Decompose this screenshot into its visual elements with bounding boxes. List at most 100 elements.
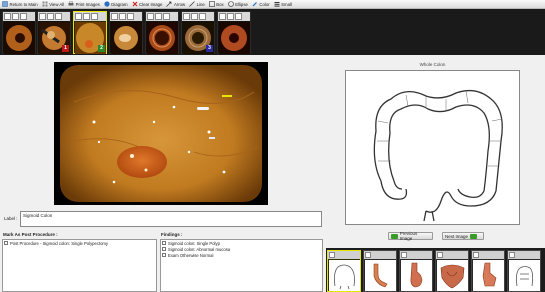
thumbnail-checkbox[interactable] [4,13,11,20]
image-number-badge: 3 [206,45,213,52]
next-image-button[interactable]: Next Image [442,232,484,240]
zoom-icon[interactable] [83,13,90,20]
image-thumbnail-strip: 1 2 3 [0,9,545,55]
line-button[interactable]: Line [189,0,205,8]
zoom-icon[interactable] [12,13,19,20]
zoom-icon[interactable] [47,13,54,20]
small-icon [274,1,280,7]
findings-list: Sigmoid colon: Single Polyp Sigmoid colo… [160,239,323,292]
diagram-thumbnail[interactable] [363,250,397,292]
diagram-icon [104,1,110,7]
delete-icon[interactable] [55,13,62,20]
box-icon [208,1,215,7]
small-button[interactable]: Small [274,0,292,8]
thumbnail-checkbox[interactable] [39,13,46,20]
box-button[interactable]: Box [208,0,224,8]
checkbox[interactable] [4,241,8,245]
zoom-icon[interactable] [155,13,162,20]
diagram-thumbnail[interactable] [471,250,505,292]
ellipse-label: Ellipse [235,1,248,7]
delete-icon[interactable] [163,13,170,20]
previous-image-label: Previous Image [399,231,418,241]
delete-icon[interactable] [127,13,134,20]
thumbnail-image[interactable]: 3 [181,11,215,54]
view-all-label: View All [49,1,65,7]
return-icon [2,1,8,7]
color-button[interactable]: Color [252,0,270,8]
findings-title: Findings : [161,232,183,237]
arrow-button[interactable]: Arrow [166,0,185,8]
print-images-button[interactable]: Print Images [68,0,100,8]
view-all-icon [42,1,48,7]
small-label: Small [281,1,292,7]
print-icon [68,1,74,7]
label-caption: Label : [4,216,18,221]
diagram-checkbox-checked[interactable] [329,252,335,258]
previous-image-button[interactable]: Previous Image [388,231,433,241]
arrow-right-icon [470,233,478,239]
color-icon [252,1,258,7]
clear-image-button[interactable]: Clear Image [132,0,163,8]
thumbnail-checkbox[interactable] [219,13,226,20]
toolbar: Return to Main View All Print Images Dia… [0,0,545,9]
diagram-thumbnail[interactable] [507,250,541,292]
view-all-button[interactable]: View All [42,0,64,8]
checkbox[interactable] [162,241,166,245]
zoom-icon[interactable] [227,13,234,20]
diagram-checkbox[interactable] [473,252,479,258]
return-to-main-label: Return to Main [9,1,38,7]
print-images-label: Print Images [75,1,100,7]
clear-icon [132,1,138,7]
diagram-thumbnail-strip [326,248,545,292]
thumbnail-image[interactable] [217,11,251,54]
thumbnail-checkbox[interactable] [111,13,118,20]
zoom-icon[interactable] [191,13,198,20]
thumbnail-image[interactable] [145,11,179,54]
diagram-checkbox[interactable] [365,252,371,258]
delete-icon[interactable] [91,13,98,20]
color-label: Color [259,1,270,7]
diagram-button[interactable]: Diagram [104,0,128,8]
label-textarea[interactable]: Sigmoid Colon [20,211,322,227]
zoom-icon[interactable] [119,13,126,20]
arrow-icon [166,1,172,7]
diagram-checkbox[interactable] [509,252,515,258]
line-label: Line [196,1,205,7]
finding-item-label: Sigmoid colon: Single Polyp [168,240,220,246]
thumbnail-checkbox-checked[interactable] [75,13,82,20]
arrow-label: Arrow [173,1,186,7]
delete-icon[interactable] [235,13,242,20]
delete-icon[interactable] [20,13,27,20]
thumbnail-image-selected[interactable]: 2 [73,11,107,54]
post-procedure-item[interactable]: Post Procedure - Sigmoid colon: Single P… [3,240,156,246]
line-icon [189,1,195,7]
diagram-thumbnail[interactable] [399,250,433,292]
mark-as-post-procedure-title: Mark As Post Procedure : [3,232,58,237]
diagram-thumbnail-selected[interactable] [327,250,361,292]
thumbnail-image[interactable] [109,11,143,54]
main-endoscopy-image[interactable] [54,62,268,205]
arrow-left-icon [391,233,398,239]
colon-diagram[interactable] [345,70,520,225]
thumbnail-checkbox-checked[interactable] [183,13,190,20]
diagram-checkbox[interactable] [437,252,443,258]
checkbox[interactable] [162,253,166,257]
image-number-badge: 2 [98,45,105,52]
delete-icon[interactable] [199,13,206,20]
diagram-checkbox[interactable] [401,252,407,258]
image-number-badge: 1 [62,45,69,52]
ellipse-button[interactable]: Ellipse [227,0,248,8]
clear-image-label: Clear Image [139,1,163,7]
diagram-thumbnail[interactable] [435,250,469,292]
checkbox[interactable] [162,247,166,251]
post-procedure-item-label: Post Procedure - Sigmoid colon: Single P… [10,240,108,246]
finding-item[interactable]: Exam Otherwise Normal [161,252,322,258]
finding-item-label: Exam Otherwise Normal [168,252,214,258]
thumbnail-image[interactable] [2,11,36,54]
finding-item-label: Sigmoid colon: Abnormal mucosa [168,246,231,252]
thumbnail-image[interactable]: 1 [37,11,71,54]
post-procedure-list: Post Procedure - Sigmoid colon: Single P… [2,239,157,292]
box-label: Box [216,1,224,7]
return-to-main-button[interactable]: Return to Main [2,0,38,8]
thumbnail-checkbox[interactable] [147,13,154,20]
